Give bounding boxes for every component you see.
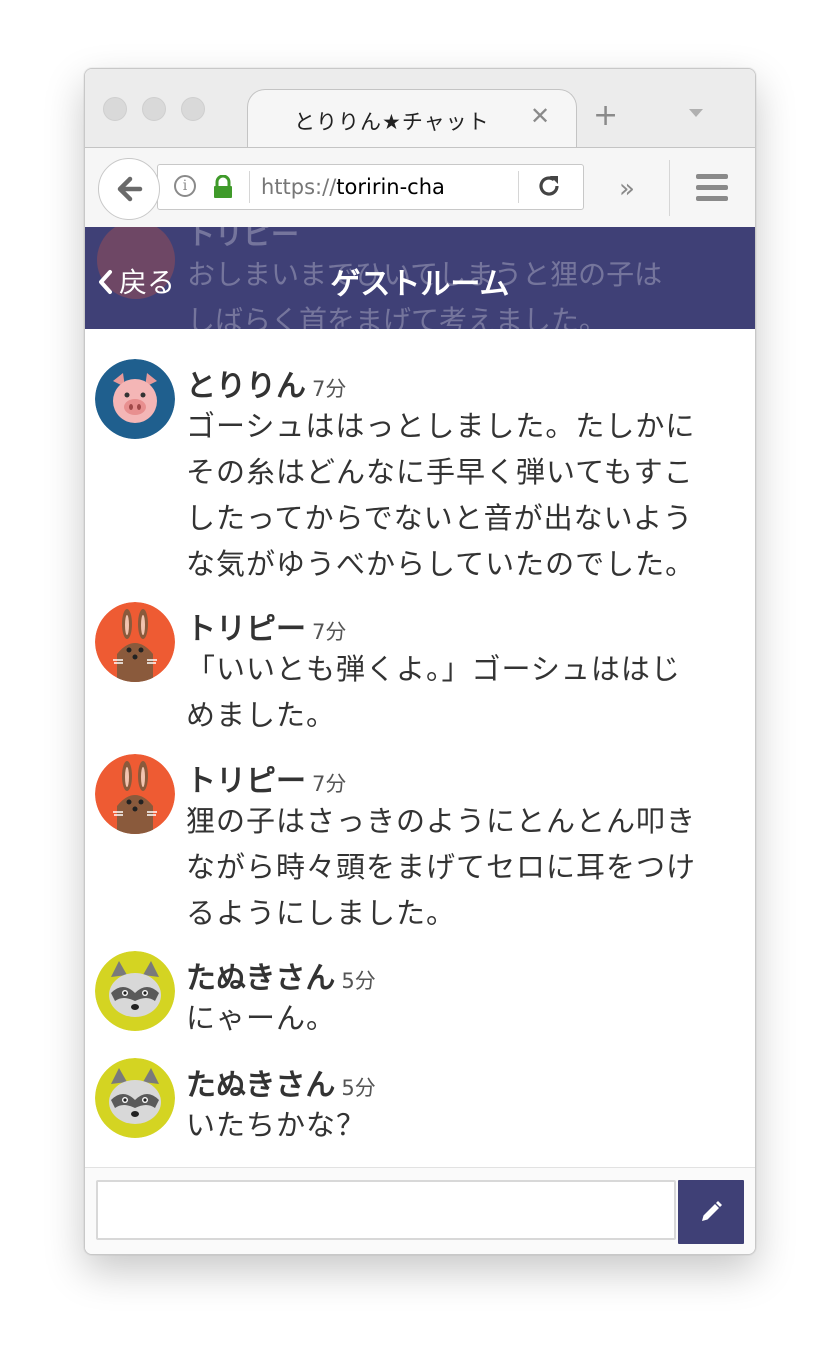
scrolled-message-line: しばらく首をまげて考えました。 [187,304,608,329]
minimize-window-button[interactable] [142,97,166,121]
url-text[interactable]: https://toririn-cha [261,175,466,199]
timestamp: 5分 [341,1076,376,1100]
sender-name[interactable]: トリピー [186,612,306,647]
message-line: ながら時々頭をまげてセロに耳をつけ [186,850,697,884]
message-list: とりりん 7分 ゴーシュははっとしました。たしかに その糸はどんなに手早く弾いても… [85,329,755,1167]
zoom-window-button[interactable] [181,97,205,121]
message-text: いたちかな？ [186,1102,731,1148]
message-header: とりりん 7分 [186,361,346,405]
tab-list-icon[interactable] [689,109,703,117]
reload-icon[interactable] [536,173,562,199]
message-text: 「いいとも弾くよ。」ゴーシュははじ めました。 [186,646,731,738]
message-line: したってからでないと音が出ないよう [186,501,694,535]
message-line: 「いいとも弾くよ。」ゴーシュははじ [186,652,681,686]
browser-tab[interactable]: とりりん★チャット ✕ [247,89,577,150]
navigation-bar: i https://toririn-cha » [85,147,755,229]
pencil-icon [702,1201,722,1221]
message-header: たぬきさん 5分 [186,953,376,997]
scrolled-message-name: トリピー [187,227,300,251]
raccoon-avatar[interactable] [95,1058,175,1138]
message-line: その糸はどんなに手早く弾いてもすこ [186,455,694,489]
info-icon[interactable]: i [174,175,196,197]
url-separator-2 [518,171,519,203]
timestamp: 7分 [312,377,347,401]
message-line: 狸の子はさっきのようにとんとん叩き [186,804,697,838]
pig-avatar[interactable] [95,359,175,439]
back-arrow-icon [117,176,143,202]
page-title: ゲストルーム [330,267,510,302]
message-input[interactable] [96,1180,676,1240]
overflow-chevron-icon[interactable]: » [619,174,635,204]
rabbit-avatar[interactable] [95,754,175,834]
sender-name[interactable]: とりりん [186,369,306,404]
message-text: 狸の子はさっきのようにとんとん叩き ながら時々頭をまげてセロに耳をつけ るように… [186,798,731,936]
close-window-button[interactable] [103,97,127,121]
message-line: にゃーん。 [186,1001,337,1035]
app-header: トリピー おしまいまでひいてしまうと狸の子は しばらく首をまげて考えました。 戻… [85,227,755,329]
raccoon-avatar[interactable] [95,951,175,1031]
back-button[interactable] [98,158,160,220]
tab-title: とりりん★チャット [294,110,490,134]
message-line: いたちかな？ [186,1108,367,1142]
message-line: るようにしました。 [186,896,457,930]
hamburger-menu-icon[interactable] [696,174,728,207]
url-host: toririn-cha [336,175,445,199]
message-line: めました。 [186,698,337,732]
message-line: な気がゆうべからしていたのでした。 [186,547,696,581]
message-header: トリピー 7分 [186,756,346,800]
url-protocol: https:// [261,175,337,199]
sender-name[interactable]: たぬきさん [186,1068,335,1103]
send-button[interactable] [678,1180,744,1244]
new-tab-button[interactable]: + [593,101,618,131]
message-header: たぬきさん 5分 [186,1060,376,1104]
message-text: にゃーん。 [186,995,731,1041]
nav-separator [669,160,670,216]
tab-close-icon[interactable]: ✕ [530,102,550,130]
composer-bar [85,1167,755,1254]
url-bar[interactable]: i https://toririn-cha [157,164,584,210]
browser-window: とりりん★チャット ✕ + i https://toririn-cha » トリ… [84,68,756,1255]
timestamp: 7分 [312,620,347,644]
tab-bar: とりりん★チャット ✕ + [85,69,755,150]
message-line: ゴーシュははっとしました。たしかに [186,409,696,443]
timestamp: 7分 [312,772,347,796]
message-text: ゴーシュははっとしました。たしかに その糸はどんなに手早く弾いてもすこ したって… [186,403,731,587]
message-header: トリピー 7分 [186,604,346,648]
sender-name[interactable]: たぬきさん [186,961,335,996]
url-separator [249,171,250,203]
lock-icon [214,175,232,198]
sender-name[interactable]: トリピー [186,764,306,799]
rabbit-avatar[interactable] [95,602,175,682]
timestamp: 5分 [341,969,376,993]
